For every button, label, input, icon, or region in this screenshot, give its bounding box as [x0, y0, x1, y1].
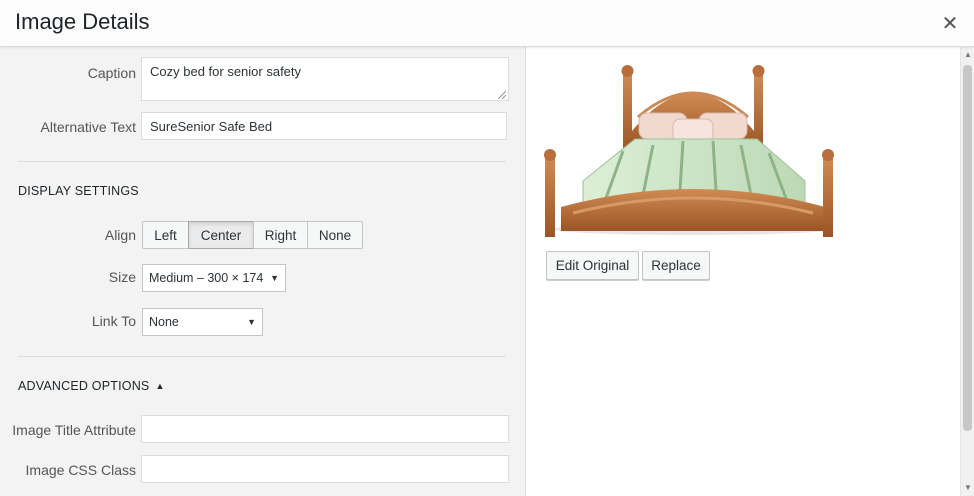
caption-field[interactable]: Cozy bed for senior safety: [141, 57, 509, 101]
align-button-group: Left Center Right None: [142, 221, 363, 249]
divider: [18, 356, 506, 357]
replace-button[interactable]: Replace: [642, 251, 710, 280]
modal-header: Image Details ✕: [0, 0, 974, 47]
scroll-down-icon[interactable]: ▼: [964, 484, 972, 492]
link-to-select-value: None: [149, 315, 179, 329]
edit-original-button[interactable]: Edit Original: [546, 251, 639, 280]
caption-label: Caption: [87, 65, 136, 81]
modal-title: Image Details: [15, 9, 150, 34]
advanced-options-toggle[interactable]: ADVANCED OPTIONS ▲: [18, 379, 165, 393]
align-label: Align: [104, 227, 136, 243]
image-css-class-field[interactable]: [141, 455, 509, 483]
size-select[interactable]: Medium – 300 × 174 ▼: [142, 264, 286, 292]
size-select-value: Medium – 300 × 174: [149, 271, 264, 285]
caret-up-icon: ▲: [155, 381, 165, 391]
image-css-class-label: Image CSS Class: [25, 462, 136, 478]
dropdown-arrow-icon: ▼: [270, 273, 279, 283]
settings-panel: Caption Cozy bed for senior safety Alter…: [0, 47, 526, 496]
advanced-options-heading: ADVANCED OPTIONS: [18, 379, 150, 393]
display-settings-heading: DISPLAY SETTINGS: [18, 184, 139, 198]
image-title-label: Image Title Attribute: [12, 422, 136, 438]
align-left-button[interactable]: Left: [142, 221, 189, 249]
close-icon[interactable]: ✕: [938, 11, 962, 35]
align-center-button[interactable]: Center: [188, 221, 254, 249]
preview-scrollbar[interactable]: ▲ ▼: [960, 47, 974, 496]
size-label: Size: [108, 269, 136, 285]
alt-text-label: Alternative Text: [40, 119, 136, 135]
link-to-label: Link To: [91, 313, 136, 329]
preview-panel: Edit Original Replace: [526, 47, 960, 496]
resize-grip-icon[interactable]: [498, 91, 506, 99]
dropdown-arrow-icon: ▼: [247, 317, 256, 327]
align-none-button[interactable]: None: [307, 221, 363, 249]
alt-text-field[interactable]: [141, 112, 507, 140]
scroll-thumb[interactable]: [963, 65, 972, 431]
align-right-button[interactable]: Right: [253, 221, 308, 249]
divider: [18, 161, 506, 162]
bed-image: [544, 65, 834, 237]
scroll-up-icon[interactable]: ▲: [964, 51, 972, 59]
link-to-select[interactable]: None ▼: [142, 308, 263, 336]
image-title-field[interactable]: [141, 415, 509, 443]
